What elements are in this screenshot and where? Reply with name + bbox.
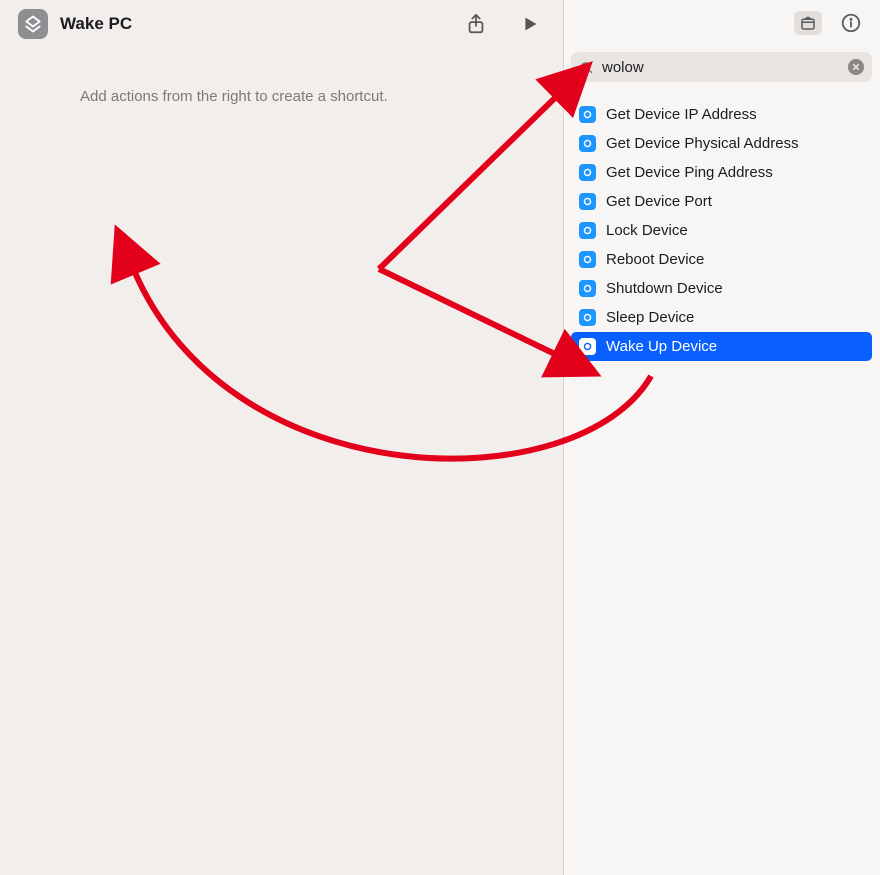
shortcut-canvas[interactable]: Add actions from the right to create a s…	[0, 48, 563, 875]
app-action-icon	[579, 193, 596, 210]
action-label: Get Device Ping Address	[606, 164, 773, 181]
action-label: Wake Up Device	[606, 338, 717, 355]
library-header	[563, 0, 880, 46]
action-results-list: Get Device IP Address Get Device Physical…	[563, 92, 880, 361]
action-row[interactable]: Reboot Device	[571, 245, 872, 274]
app-action-icon	[579, 164, 596, 181]
clear-search-button[interactable]	[848, 59, 864, 75]
editor-header: Wake PC	[0, 0, 563, 48]
editor-pane: Wake PC Add actions from the right to cr…	[0, 0, 563, 875]
action-label: Sleep Device	[606, 309, 694, 326]
close-icon	[852, 63, 860, 71]
search-icon	[579, 60, 594, 75]
action-label: Get Device Physical Address	[606, 135, 799, 152]
app-action-icon	[579, 106, 596, 123]
action-row[interactable]: Shutdown Device	[571, 274, 872, 303]
search-input[interactable]	[602, 59, 840, 76]
shortcut-title[interactable]: Wake PC	[60, 14, 451, 34]
action-row[interactable]: Wake Up Device	[571, 332, 872, 361]
library-pane: Get Device IP Address Get Device Physical…	[563, 0, 880, 875]
app-action-icon	[579, 222, 596, 239]
app-action-icon	[579, 338, 596, 355]
search-field[interactable]	[571, 52, 872, 82]
run-button[interactable]	[517, 11, 543, 37]
header-actions	[463, 11, 543, 37]
action-row[interactable]: Lock Device	[571, 216, 872, 245]
action-label: Get Device Port	[606, 193, 712, 210]
pane-divider	[563, 0, 564, 875]
shortcut-app-icon	[18, 9, 48, 39]
app-action-icon	[579, 309, 596, 326]
action-label: Reboot Device	[606, 251, 704, 268]
action-row[interactable]: Get Device Physical Address	[571, 129, 872, 158]
action-label: Get Device IP Address	[606, 106, 757, 123]
action-row[interactable]: Get Device Ping Address	[571, 158, 872, 187]
app-action-icon	[579, 251, 596, 268]
action-label: Lock Device	[606, 222, 688, 239]
library-toggle-button[interactable]	[794, 11, 822, 35]
action-row[interactable]: Get Device IP Address	[571, 100, 872, 129]
info-button[interactable]	[840, 12, 862, 34]
action-row[interactable]: Sleep Device	[571, 303, 872, 332]
app-action-icon	[579, 135, 596, 152]
action-row[interactable]: Get Device Port	[571, 187, 872, 216]
app-action-icon	[579, 280, 596, 297]
empty-canvas-hint: Add actions from the right to create a s…	[80, 88, 539, 105]
action-label: Shutdown Device	[606, 280, 723, 297]
share-button[interactable]	[463, 11, 489, 37]
search-wrap	[563, 46, 880, 92]
